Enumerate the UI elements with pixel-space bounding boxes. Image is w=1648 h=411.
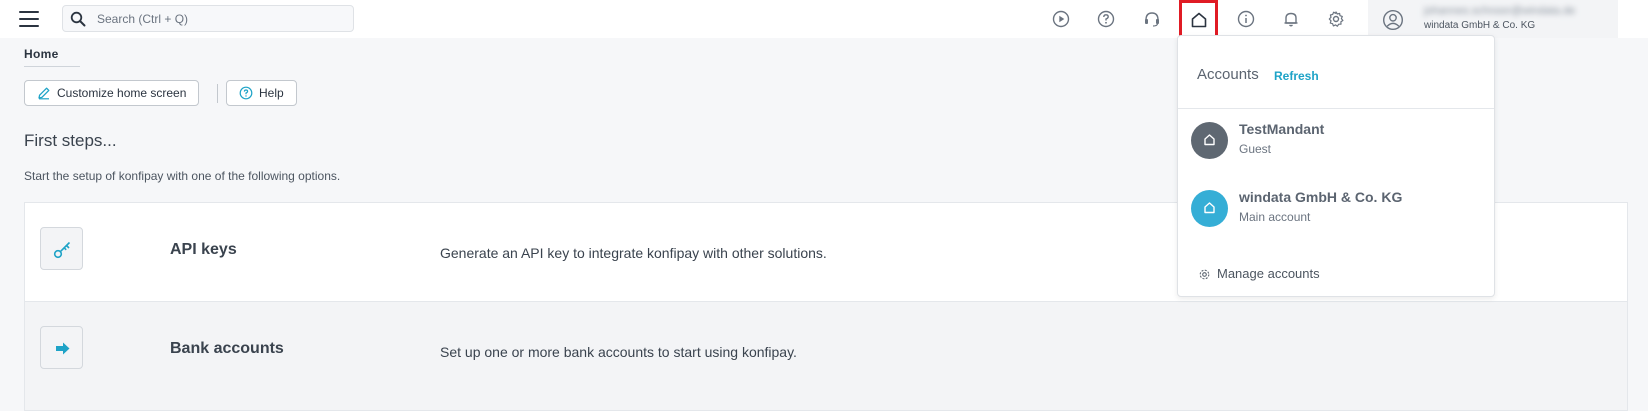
help-button[interactable]: Help: [226, 80, 297, 106]
search-input[interactable]: [97, 9, 337, 29]
info-circle-icon[interactable]: [1236, 9, 1256, 29]
breadcrumb: Home: [24, 47, 80, 67]
account-item-windata[interactable]: windata GmbH & Co. KG Main account: [1178, 173, 1494, 233]
bank-accounts-button[interactable]: [40, 326, 83, 369]
accounts-title: Accounts: [1197, 66, 1259, 83]
card-bank-accounts: Bank accounts Set up one or more bank ac…: [24, 301, 1628, 411]
play-circle-icon[interactable]: [1051, 9, 1071, 29]
account-name: TestMandant: [1239, 121, 1325, 137]
toolbar-divider: [217, 84, 218, 103]
user-company: windata GmbH & Co. KG: [1424, 20, 1536, 31]
account-name: windata GmbH & Co. KG: [1239, 189, 1403, 205]
user-email: johannes.schnoor@windata.de: [1424, 5, 1576, 17]
gear-icon[interactable]: [1326, 9, 1346, 29]
customize-label: Customize home screen: [57, 86, 187, 100]
help-label: Help: [259, 86, 284, 100]
manage-accounts-label: Manage accounts: [1217, 266, 1320, 281]
api-keys-button[interactable]: [40, 227, 83, 270]
key-icon: [53, 241, 71, 259]
customize-home-button[interactable]: Customize home screen: [24, 80, 200, 106]
account-item-testmandant[interactable]: TestMandant Guest: [1178, 105, 1494, 165]
account-role: Guest: [1239, 142, 1272, 156]
search-box[interactable]: [62, 5, 354, 32]
first-steps-subtitle: Start the setup of konfipay with one of …: [24, 169, 341, 183]
arrow-right-icon: [56, 342, 70, 355]
user-avatar-icon: [1382, 9, 1404, 31]
search-icon: [70, 11, 86, 27]
account-avatar: [1191, 190, 1228, 227]
card-title: API keys: [170, 241, 237, 258]
gear-icon: [1199, 269, 1210, 280]
home-icon: [1191, 12, 1207, 28]
account-role: Main account: [1239, 210, 1311, 224]
card-description: Generate an API key to integrate konfipa…: [440, 245, 827, 261]
menu-icon[interactable]: [19, 11, 39, 27]
home-icon: [1204, 134, 1215, 146]
accounts-home-button[interactable]: [1179, 0, 1218, 40]
refresh-link[interactable]: Refresh: [1274, 69, 1319, 83]
card-description: Set up one or more bank accounts to star…: [440, 344, 797, 360]
first-steps-heading: First steps...: [24, 131, 117, 150]
account-avatar: [1191, 122, 1228, 159]
help-circle-icon: [239, 86, 253, 100]
card-title: Bank accounts: [170, 340, 284, 357]
manage-accounts-link[interactable]: Manage accounts: [1198, 266, 1320, 281]
pencil-icon: [38, 87, 50, 100]
accounts-dropdown: Accounts Refresh TestMandant Guest winda…: [1177, 35, 1495, 297]
user-menu[interactable]: johannes.schnoor@windata.de windata GmbH…: [1368, 0, 1618, 38]
bell-icon[interactable]: [1281, 9, 1301, 29]
top-bar: johannes.schnoor@windata.de windata GmbH…: [0, 0, 1648, 40]
home-icon: [1204, 202, 1215, 214]
question-circle-icon[interactable]: [1096, 9, 1116, 29]
headset-icon[interactable]: [1142, 9, 1162, 29]
